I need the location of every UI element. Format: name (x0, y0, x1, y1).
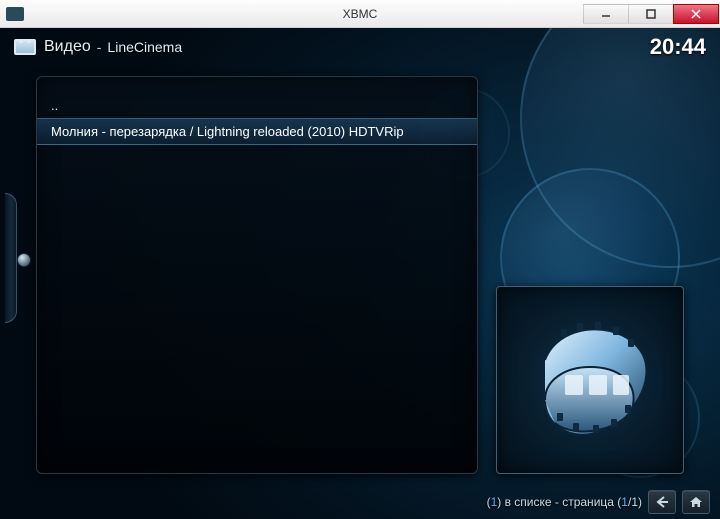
window-controls (584, 4, 719, 24)
breadcrumb-section[interactable]: Видео (44, 38, 91, 56)
close-button[interactable] (673, 4, 719, 24)
footer-page-total: 1 (631, 495, 638, 509)
minimize-button[interactable] (583, 4, 629, 24)
thumbnail-panel (496, 286, 684, 474)
footer-count-suffix: в списке - страница (501, 495, 617, 509)
back-button[interactable] (648, 490, 676, 514)
clapperboard-icon (14, 39, 36, 55)
side-panel-knob[interactable] (17, 253, 31, 267)
arrow-left-icon (655, 496, 669, 508)
list-item[interactable]: Молния - перезарядка / Lightning reloade… (37, 118, 477, 145)
home-button[interactable] (682, 490, 710, 514)
home-icon (689, 495, 703, 509)
header: Видео - LineCinema 20:44 (14, 34, 706, 60)
app-icon (6, 7, 24, 21)
breadcrumb-source[interactable]: LineCinema (107, 39, 182, 55)
app-area: Видео - LineCinema 20:44 .. Молния - пер… (0, 28, 720, 519)
list-item-up[interactable]: .. (37, 93, 477, 118)
footer-text: (1) в списке - страница (1/1) (487, 495, 642, 509)
footer: (1) в списке - страница (1/1) (0, 485, 720, 519)
paren: ) (638, 495, 642, 509)
window-titlebar: XBMC (0, 0, 720, 28)
maximize-button[interactable] (628, 4, 674, 24)
footer-page-current: 1 (621, 495, 628, 509)
clock: 20:44 (650, 34, 706, 60)
breadcrumb-separator: - (97, 39, 102, 55)
video-list: .. Молния - перезарядка / Lightning relo… (36, 76, 478, 474)
film-reel-icon (515, 305, 665, 455)
